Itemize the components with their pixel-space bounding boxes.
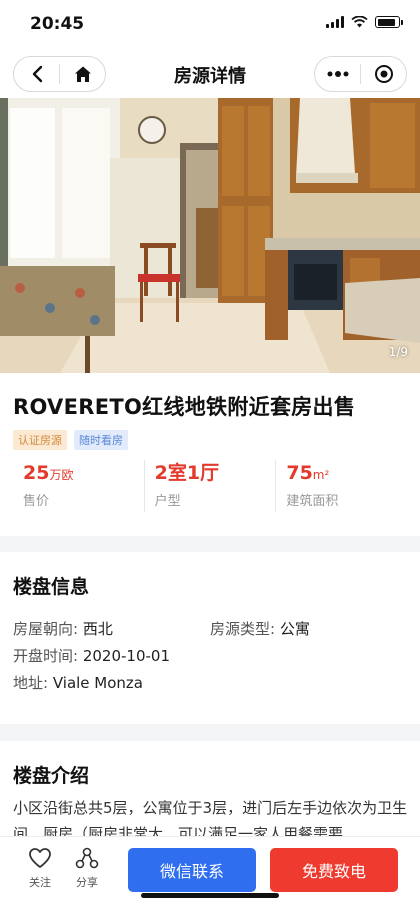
open-date-row: 开盘时间: 2020-10-01 bbox=[13, 645, 170, 666]
price-value: 25 bbox=[23, 462, 50, 484]
listing-info-card: ROVERETO红线地铁附近套房出售 认证房源 随时看房 25万欧 售价 2室1… bbox=[0, 373, 420, 536]
home-indicator bbox=[141, 893, 279, 898]
area-value: 75 bbox=[286, 462, 313, 484]
layout-value: 2室1厅 bbox=[154, 462, 220, 484]
area-unit: m² bbox=[312, 468, 330, 482]
price-unit: 万欧 bbox=[49, 468, 74, 482]
type-value: 公寓 bbox=[279, 620, 310, 638]
close-miniapp-button[interactable] bbox=[361, 57, 406, 91]
building-intro-title: 楼盘介绍 bbox=[13, 765, 90, 787]
anytime-viewing-tag: 随时看房 bbox=[74, 430, 128, 450]
listing-tags: 认证房源 随时看房 bbox=[13, 430, 128, 450]
image-counter: 1/9 bbox=[388, 345, 408, 359]
signal-icon bbox=[326, 16, 344, 28]
verified-tag: 认证房源 bbox=[13, 430, 67, 450]
close-target-icon bbox=[374, 65, 393, 83]
type-row: 房源类型: 公寓 bbox=[210, 618, 310, 639]
photo-gallery[interactable]: 1/9 bbox=[0, 98, 420, 373]
building-intro-section: 楼盘介绍 小区沿街总共5层，公寓位于3层，进门后左手边依次为卫生间、厨房（厨房非… bbox=[0, 741, 420, 851]
follow-button[interactable]: 关注 bbox=[20, 847, 60, 890]
more-icon bbox=[327, 71, 348, 77]
stat-layout: 2室1厅 户型 bbox=[143, 460, 276, 512]
status-bar: 20:45 bbox=[0, 0, 420, 50]
open-date-value: 2020-10-01 bbox=[82, 647, 171, 665]
kitchen-photo bbox=[0, 98, 420, 373]
address-label: 地址: bbox=[13, 674, 49, 692]
free-call-button[interactable]: 免费致电 bbox=[270, 848, 398, 892]
orientation-value: 西北 bbox=[82, 620, 113, 638]
stat-price: 25万欧 售价 bbox=[13, 460, 144, 512]
nav-bar: 房源详情 bbox=[0, 50, 420, 98]
listing-stats: 25万欧 售价 2室1厅 户型 75m² 建筑面积 bbox=[13, 460, 407, 512]
follow-label: 关注 bbox=[29, 876, 51, 889]
nav-capsule-right bbox=[314, 56, 407, 92]
orientation-label: 房屋朝向: bbox=[13, 620, 79, 638]
address-row: 地址: Viale Monza bbox=[13, 672, 143, 693]
building-info-section: 楼盘信息 房屋朝向: 西北 房源类型: 公寓 开盘时间: 2020-10-01 … bbox=[0, 552, 420, 724]
type-label: 房源类型: bbox=[210, 620, 276, 638]
open-date-label: 开盘时间: bbox=[13, 647, 79, 665]
wifi-icon bbox=[351, 16, 368, 28]
status-icons bbox=[326, 16, 403, 28]
area-label: 建筑面积 bbox=[286, 494, 339, 509]
wechat-contact-button[interactable]: 微信联系 bbox=[128, 848, 256, 892]
heart-icon bbox=[29, 848, 51, 868]
share-button[interactable]: 分享 bbox=[67, 847, 107, 890]
building-info-title: 楼盘信息 bbox=[13, 576, 90, 598]
share-label: 分享 bbox=[76, 876, 98, 889]
listing-title: ROVERETO红线地铁附近套房出售 bbox=[13, 395, 356, 419]
price-label: 售价 bbox=[23, 494, 50, 509]
share-icon bbox=[75, 847, 99, 869]
address-value: Viale Monza bbox=[52, 674, 143, 692]
layout-label: 户型 bbox=[154, 494, 181, 509]
status-time: 20:45 bbox=[30, 14, 85, 34]
battery-icon bbox=[375, 16, 403, 28]
bottom-action-bar: 关注 分享 微信联系 免费致电 bbox=[0, 836, 420, 909]
orientation-row: 房屋朝向: 西北 bbox=[13, 618, 113, 639]
more-button[interactable] bbox=[315, 57, 360, 91]
stat-area: 75m² 建筑面积 bbox=[275, 460, 407, 512]
